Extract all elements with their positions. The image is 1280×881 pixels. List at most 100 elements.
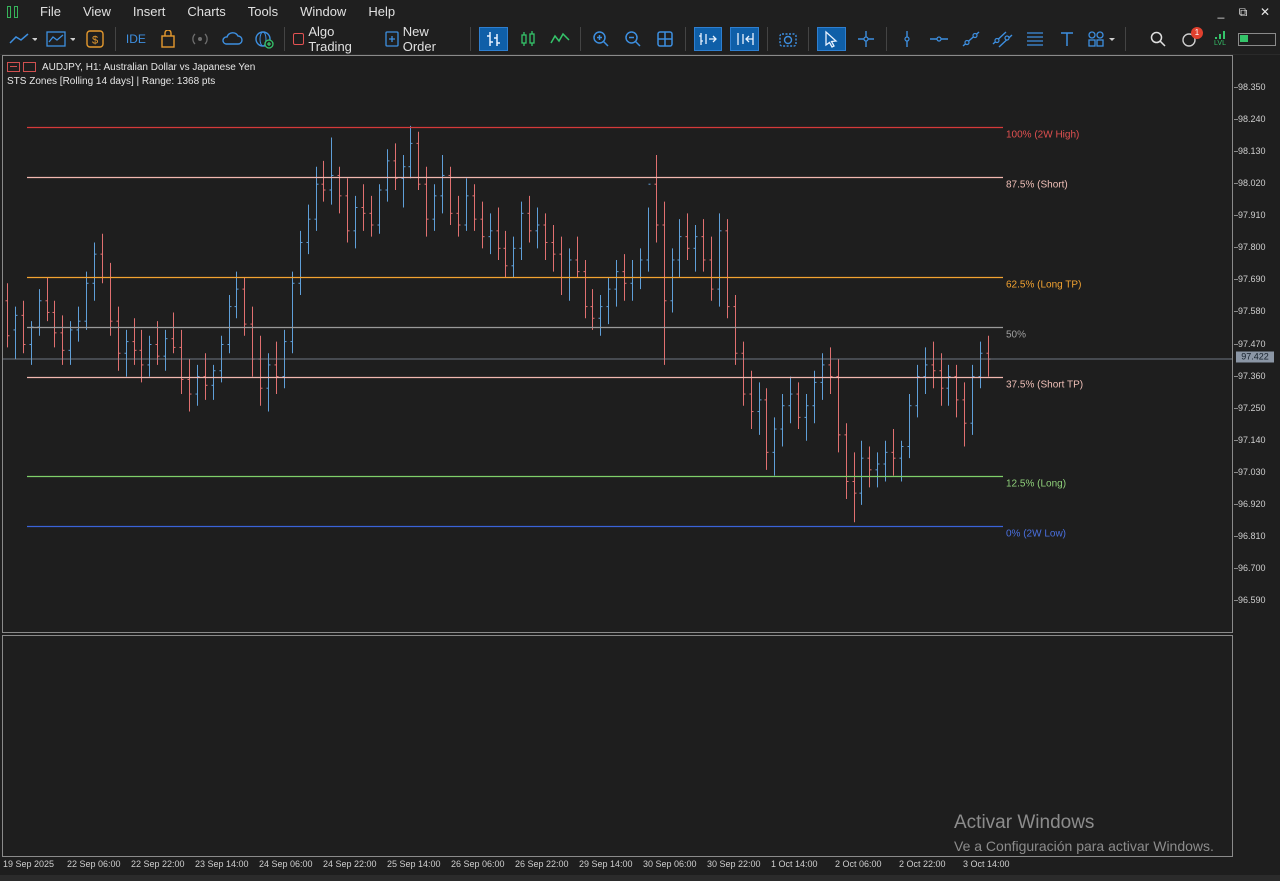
toolbar-separator — [885, 27, 887, 51]
line-chart-icon — [9, 33, 37, 44]
cloud-button[interactable] — [220, 27, 244, 51]
market-button[interactable]: $ — [83, 27, 107, 51]
menu-view[interactable]: View — [73, 0, 123, 24]
time-label: 2 Oct 22:00 — [899, 859, 946, 869]
candlestick-icon — [521, 31, 535, 46]
restore-button[interactable]: ⧉ — [1232, 5, 1254, 20]
chart-icon — [45, 31, 75, 47]
price-label: 97.580 — [1238, 306, 1266, 317]
toolbar-separator — [579, 27, 581, 51]
price-chart[interactable]: 100% (2W High) 87.5% (Short) 62.5% (Long T… — [2, 55, 1233, 633]
zoom-out-icon — [625, 31, 641, 47]
text-button[interactable] — [1055, 27, 1079, 51]
price-axis[interactable]: 98.350 98.240 98.130 98.020 97.910 97.800 97.6… — [1234, 55, 1280, 633]
chart-shift-button[interactable] — [730, 27, 760, 51]
zone-level-label: 12.5% (Long) — [1006, 479, 1066, 490]
screenshot-button[interactable] — [776, 27, 800, 51]
time-label: 23 Sep 14:00 — [195, 859, 249, 869]
chart-menu-icon[interactable] — [7, 62, 20, 72]
camera-icon — [779, 33, 797, 47]
cloud-icon — [222, 32, 243, 45]
zone-level-label: 50% — [1006, 330, 1026, 341]
crosshair-button[interactable] — [854, 27, 878, 51]
menu-insert[interactable]: Insert — [123, 0, 178, 24]
price-label: 97.910 — [1238, 210, 1266, 221]
price-label: 98.130 — [1238, 146, 1266, 157]
menu-file[interactable]: File — [30, 0, 73, 24]
bar-chart-button[interactable] — [479, 27, 508, 51]
minimize-button[interactable]: _ — [1210, 5, 1232, 19]
channel-icon — [992, 31, 1013, 48]
notifications-button[interactable]: 1 — [1178, 27, 1204, 51]
time-label: 22 Sep 06:00 — [67, 859, 121, 869]
cursor-button[interactable] — [816, 27, 846, 51]
horizontal-line-icon — [929, 36, 948, 42]
fibonacci-button[interactable] — [1023, 27, 1047, 51]
time-label: 3 Oct 14:00 — [963, 859, 1010, 869]
grid-button[interactable] — [653, 27, 677, 51]
watermark-subtitle: Ve a Configuración para activar Windows. — [954, 838, 1214, 854]
bag-icon — [161, 30, 175, 48]
app-logo-icon — [6, 6, 20, 18]
time-axis[interactable]: 19 Sep 2025 22 Sep 06:00 22 Sep 22:00 23 Se… — [0, 857, 1240, 873]
battery-icon — [1238, 32, 1277, 46]
shopping-bag-button[interactable] — [156, 27, 180, 51]
vps-button[interactable] — [252, 27, 276, 51]
menu-charts[interactable]: Charts — [177, 0, 237, 24]
line-chart-dropdown[interactable] — [8, 27, 37, 51]
chart-header: AUDJPY, H1: Australian Dollar vs Japanes… — [7, 60, 255, 88]
line-button[interactable] — [548, 27, 572, 51]
menu-help[interactable]: Help — [358, 0, 407, 24]
price-label: 97.250 — [1238, 402, 1266, 413]
toolbar-separator — [283, 27, 285, 51]
menu-tools[interactable]: Tools — [238, 0, 290, 24]
dollar-icon: $ — [86, 30, 104, 48]
time-label: 24 Sep 22:00 — [323, 859, 377, 869]
time-label: 25 Sep 14:00 — [387, 859, 441, 869]
close-button[interactable]: ✕ — [1254, 5, 1276, 19]
auto-scroll-icon — [699, 33, 718, 45]
shapes-dropdown[interactable] — [1087, 27, 1116, 51]
menu-window[interactable]: Window — [290, 0, 358, 24]
toolbar-separator — [767, 27, 769, 51]
toolbar-separator — [684, 27, 686, 51]
grid-icon — [657, 31, 673, 47]
algo-trading-button[interactable]: Algo Trading — [292, 24, 378, 54]
level-button[interactable]: LVL — [1210, 27, 1230, 51]
trend-line-icon — [962, 31, 980, 47]
toolbar-separator — [114, 27, 116, 51]
trend-line-button[interactable] — [959, 27, 983, 51]
time-label: 19 Sep 2025 — [3, 859, 55, 869]
shapes-icon — [1087, 31, 1115, 47]
signals-button[interactable] — [188, 27, 212, 51]
chart-type-dropdown[interactable] — [45, 27, 75, 51]
ide-button[interactable]: IDE — [124, 27, 148, 51]
zoom-in-button[interactable] — [589, 27, 613, 51]
watermark-title: Activar Windows — [954, 812, 1095, 833]
toolbar-separator — [808, 27, 809, 51]
vertical-line-button[interactable] — [895, 27, 919, 51]
candlestick-button[interactable] — [516, 27, 540, 51]
price-chart-canvas[interactable]: 100% (2W High) 87.5% (Short) 62.5% (Long T… — [3, 56, 1232, 632]
new-order-button[interactable]: New Order — [385, 24, 462, 54]
horizontal-line-button[interactable] — [927, 27, 951, 51]
search-icon — [1150, 31, 1166, 47]
status-strip — [0, 875, 1280, 881]
zone-level-label: 100% (2W High) — [1006, 130, 1079, 141]
bars-icon — [486, 32, 500, 46]
broadcast-icon — [192, 33, 208, 45]
chart-shift-icon — [737, 33, 754, 45]
price-label: 97.690 — [1238, 274, 1266, 285]
chart-properties-icon[interactable] — [23, 62, 36, 72]
zone-level-label: 0% (2W Low) — [1006, 529, 1066, 540]
search-button[interactable] — [1146, 27, 1170, 51]
zoom-in-icon — [593, 31, 609, 47]
fibonacci-icon — [1026, 32, 1043, 46]
zoom-out-button[interactable] — [621, 27, 645, 51]
time-label: 30 Sep 06:00 — [643, 859, 697, 869]
auto-scroll-button[interactable] — [693, 27, 723, 51]
time-label: 30 Sep 22:00 — [707, 859, 761, 869]
signal-bars-icon — [1215, 31, 1226, 39]
channel-button[interactable] — [991, 27, 1015, 51]
price-label: 96.810 — [1238, 530, 1266, 541]
